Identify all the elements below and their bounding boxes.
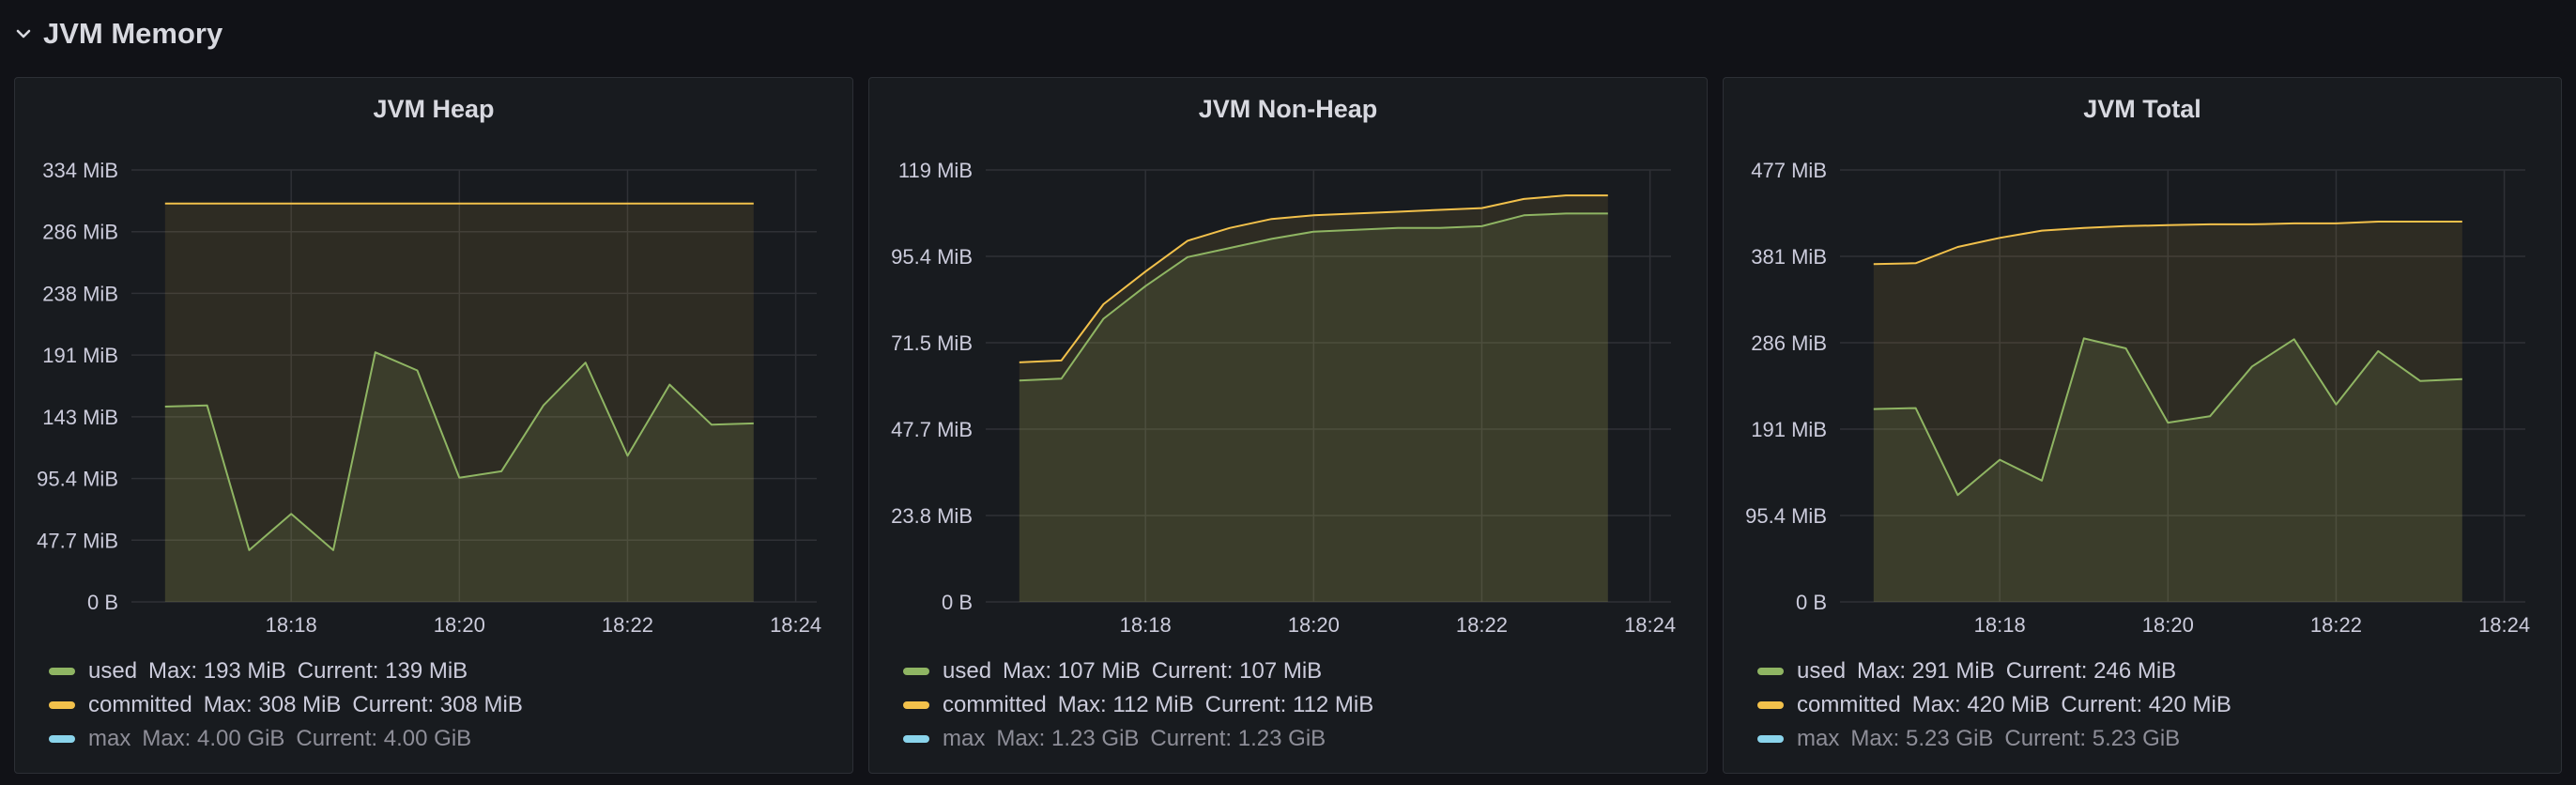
legend-item-used[interactable]: used Max: 193 MiB Current: 139 MiB [49,654,534,688]
legend-max-value: Max: 308 MiB [203,692,342,717]
y-tick-label: 286 MiB [1751,331,1827,355]
x-tick-label: 18:18 [1974,613,2026,637]
legend-max-value: Max: 420 MiB [1911,692,2050,717]
legend-current-value: Current: 112 MiB [1204,692,1374,717]
legend-current-value: Current: 420 MiB [2061,692,2231,717]
y-tick-label: 47.7 MiB [37,529,118,552]
series-area-used [1019,213,1608,602]
x-tick-label: 18:18 [1120,613,1172,637]
legend-max-value: Max: 5.23 GiB [1850,726,1994,751]
legend-current-value: Current: 246 MiB [2005,658,2177,684]
legend-current-value: Current: 1.23 GiB [1150,726,1326,751]
chart[interactable]: 0 B 95.4 MiB 191 MiB 286 MiB 381 MiB 477 MiB 1… [1724,78,2563,641]
legend-item-committed[interactable]: committed Max: 420 MiB Current: 420 MiB [1757,688,2243,722]
legend-current-value: Current: 107 MiB [1151,658,1323,684]
x-tick-label: 18:18 [266,613,317,637]
legend-max-value: Max: 291 MiB [1857,658,1995,684]
y-tick-label: 0 B [942,591,973,614]
legend-current-value: Current: 308 MiB [352,692,523,717]
y-tick-label: 286 MiB [42,221,118,244]
chart[interactable]: 0 B 47.7 MiB 95.4 MiB 143 MiB 191 MiB 238 MiB… [15,78,854,641]
legend-current-value: Current: 5.23 GiB [2004,726,2181,751]
y-tick-label: 381 MiB [1751,245,1827,269]
legend-swatch[interactable] [1757,701,1784,709]
legend-current-value: Current: 4.00 GiB [296,726,472,751]
legend-max-value: Max: 107 MiB [1003,658,1141,684]
legend-series-name[interactable]: committed [943,692,1047,718]
legend-max-value: Max: 1.23 GiB [996,726,1140,751]
legend-swatch[interactable] [49,735,75,743]
legend-series-name[interactable]: max [1797,726,1839,752]
legend-series-name[interactable]: committed [88,692,192,718]
legend-item-max[interactable]: max Max: 5.23 GiB Current: 5.23 GiB [1757,722,2243,756]
y-tick-label: 0 B [1796,591,1827,614]
legend-swatch[interactable] [49,668,75,675]
row-header[interactable]: JVM Memory [13,8,222,60]
legend-swatch[interactable] [1757,668,1784,675]
y-tick-label: 191 MiB [1751,418,1827,441]
x-tick-label: 18:22 [602,613,653,637]
legend-series-name[interactable]: used [1797,658,1846,685]
y-tick-label: 0 B [87,591,118,614]
legend-item-max[interactable]: max Max: 1.23 GiB Current: 1.23 GiB [903,722,1385,756]
y-tick-label: 191 MiB [42,344,118,367]
legend: used Max: 107 MiB Current: 107 MiB committe… [903,654,1385,756]
legend-item-used[interactable]: used Max: 107 MiB Current: 107 MiB [903,654,1385,688]
x-tick-label: 18:22 [2310,613,2362,637]
legend-series-name[interactable]: max [943,726,985,752]
legend-max-value: Max: 112 MiB [1057,692,1194,717]
legend: used Max: 291 MiB Current: 246 MiB committe… [1757,654,2243,756]
panel-jvm-non-heap[interactable]: JVM Non-Heap 0 B 23.8 MiB 47.7 MiB 71.5 MiB… [868,77,1708,774]
x-tick-label: 18:22 [1456,613,1508,637]
legend-series-name[interactable]: committed [1797,692,1901,718]
panel-jvm-heap[interactable]: JVM Heap 0 B 47.7 MiB 95.4 MiB 143 MiB 191 M… [14,77,853,774]
y-tick-label: 95.4 MiB [891,245,973,269]
panel-jvm-total[interactable]: JVM Total 0 B 95.4 MiB 191 MiB 286 MiB 381 M… [1723,77,2562,774]
x-tick-label: 18:24 [1624,613,1676,637]
legend-max-value: Max: 4.00 GiB [142,726,285,751]
legend-item-used[interactable]: used Max: 291 MiB Current: 246 MiB [1757,654,2243,688]
x-tick-label: 18:24 [770,613,821,637]
y-tick-label: 23.8 MiB [891,504,973,528]
x-tick-label: 18:24 [2478,613,2530,637]
y-tick-label: 477 MiB [1751,159,1827,182]
legend-current-value: Current: 139 MiB [297,658,468,684]
legend-item-max[interactable]: max Max: 4.00 GiB Current: 4.00 GiB [49,722,534,756]
x-tick-label: 18:20 [434,613,485,637]
legend-swatch[interactable] [49,701,75,709]
y-tick-label: 334 MiB [42,159,118,182]
legend: used Max: 193 MiB Current: 139 MiB committe… [49,654,534,756]
legend-swatch[interactable] [903,701,929,709]
y-tick-label: 238 MiB [42,282,118,305]
legend-series-name[interactable]: max [88,726,130,752]
y-tick-label: 95.4 MiB [1745,504,1827,528]
legend-series-name[interactable]: used [88,658,137,685]
chart[interactable]: 0 B 23.8 MiB 47.7 MiB 71.5 MiB 95.4 MiB 119 M… [869,78,1709,641]
legend-series-name[interactable]: used [943,658,991,685]
y-tick-label: 95.4 MiB [37,468,118,491]
x-tick-label: 18:20 [1288,613,1340,637]
legend-swatch[interactable] [903,735,929,743]
y-tick-label: 143 MiB [42,406,118,429]
legend-max-value: Max: 193 MiB [148,658,286,684]
row-title: JVM Memory [43,17,223,50]
legend-swatch[interactable] [1757,735,1784,743]
legend-item-committed[interactable]: committed Max: 112 MiB Current: 112 MiB [903,688,1385,722]
y-tick-label: 47.7 MiB [891,418,973,441]
x-tick-label: 18:20 [2142,613,2194,637]
legend-swatch[interactable] [903,668,929,675]
legend-item-committed[interactable]: committed Max: 308 MiB Current: 308 MiB [49,688,534,722]
y-tick-label: 119 MiB [898,159,973,182]
y-tick-label: 71.5 MiB [891,331,973,355]
chevron-down-icon[interactable] [13,23,34,44]
